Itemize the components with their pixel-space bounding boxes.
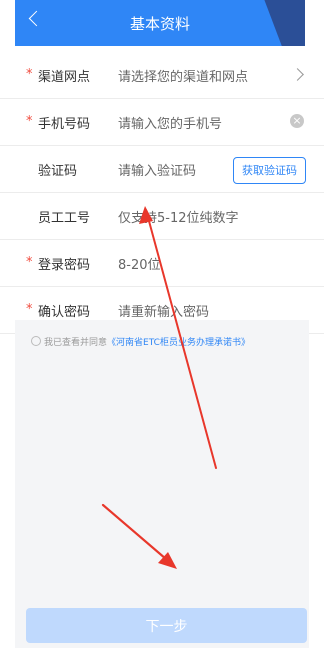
phone-number-label: 手机号码: [38, 117, 91, 132]
register-page: 基本资料 * 渠道网点 请选择您的渠道和网点 * 手机号码 请输入您的手机号 ×…: [0, 0, 324, 648]
employee-id-row[interactable]: 员工工号 仅支持5-12位纯数字: [0, 193, 324, 240]
page-title: 基本资料: [129, 15, 190, 33]
chevron-right-icon[interactable]: [291, 68, 304, 81]
login-password-row[interactable]: * 登录密码 8-20位: [0, 240, 324, 287]
agreement-radio[interactable]: [31, 336, 41, 346]
phone-number-placeholder[interactable]: 请输入您的手机号: [118, 113, 222, 132]
basic-info-form: * 渠道网点 请选择您的渠道和网点 * 手机号码 请输入您的手机号 × 验证码 …: [0, 52, 324, 334]
phone-number-row[interactable]: * 手机号码 请输入您的手机号 ×: [0, 99, 324, 146]
next-step-button[interactable]: 下一步: [26, 608, 307, 643]
required-mark: *: [26, 67, 33, 82]
employee-id-label: 员工工号: [38, 211, 91, 226]
required-mark: *: [26, 255, 33, 270]
agreement-prefix: 我已查看并同意: [44, 338, 108, 348]
clear-icon[interactable]: ×: [290, 114, 304, 128]
confirm-password-label: 确认密码: [38, 305, 91, 320]
verification-code-row[interactable]: 验证码 请输入验证码 获取验证码: [0, 146, 324, 193]
channel-outlet-label: 渠道网点: [38, 70, 91, 85]
agreement-area: [15, 320, 309, 648]
navigation-bar: 基本资料: [15, 0, 305, 46]
get-verification-code-button[interactable]: 获取验证码: [233, 157, 306, 184]
employee-id-placeholder[interactable]: 仅支持5-12位纯数字: [118, 207, 239, 226]
confirm-password-placeholder[interactable]: 请重新输入密码: [118, 301, 209, 320]
required-mark: *: [26, 302, 33, 317]
channel-outlet-placeholder[interactable]: 请选择您的渠道和网点: [118, 66, 248, 85]
agreement-link[interactable]: 《河南省ETC柜员业务办理承诺书》: [107, 338, 250, 348]
agreement-text: 我已查看并同意《河南省ETC柜员业务办理承诺书》: [31, 335, 250, 348]
login-password-label: 登录密码: [38, 258, 91, 273]
verification-code-label: 验证码: [38, 164, 78, 179]
required-mark: *: [26, 114, 33, 129]
verification-code-placeholder[interactable]: 请输入验证码: [118, 160, 196, 179]
channel-outlet-row[interactable]: * 渠道网点 请选择您的渠道和网点: [0, 52, 324, 99]
login-password-placeholder[interactable]: 8-20位: [118, 254, 161, 273]
